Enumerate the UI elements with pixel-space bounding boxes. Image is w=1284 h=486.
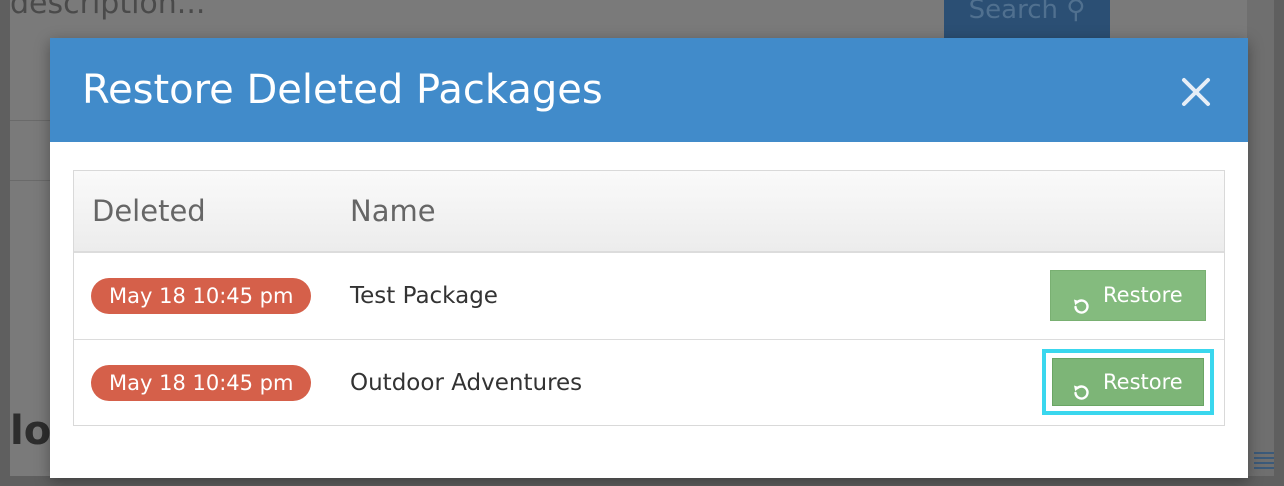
background-divider — [10, 180, 50, 181]
restore-button[interactable]: Restore — [1050, 270, 1206, 321]
package-name: Outdoor Adventures — [350, 370, 583, 396]
background-heading: lo — [10, 408, 52, 454]
background-right-panel — [1247, 0, 1274, 476]
background-divider — [10, 120, 50, 121]
deleted-date-badge: May 18 10:45 pm — [91, 365, 312, 401]
modal-title: Restore Deleted Packages — [82, 67, 603, 113]
column-header-deleted: Deleted — [92, 194, 206, 228]
background-search-input: description... — [10, 0, 206, 21]
restore-button-label: Restore — [1103, 370, 1183, 394]
undo-icon — [1071, 373, 1091, 400]
package-name: Test Package — [350, 283, 498, 309]
background-menu-icon — [1254, 452, 1274, 472]
undo-icon — [1071, 286, 1091, 314]
background-search-label: Search — [968, 0, 1058, 25]
restore-button[interactable]: Restore — [1052, 358, 1204, 406]
restore-packages-modal: Restore Deleted Packages Deleted Name Ma… — [50, 38, 1248, 478]
deleted-packages-table: Deleted Name May 18 10:45 pm Test Packag… — [73, 170, 1225, 426]
search-icon: ⚲ — [1066, 0, 1086, 25]
table-row: May 18 10:45 pm Test Package Restore — [74, 253, 1224, 340]
modal-header: Restore Deleted Packages — [50, 38, 1248, 142]
close-icon[interactable] — [1176, 72, 1216, 112]
table-row: May 18 10:45 pm Outdoor Adventures Resto… — [74, 340, 1224, 425]
restore-button-label: Restore — [1103, 283, 1183, 307]
table-header: Deleted Name — [74, 171, 1224, 253]
deleted-date-badge: May 18 10:45 pm — [91, 278, 312, 314]
background-search-button: Search ⚲ — [944, 0, 1110, 38]
column-header-name: Name — [350, 194, 436, 228]
